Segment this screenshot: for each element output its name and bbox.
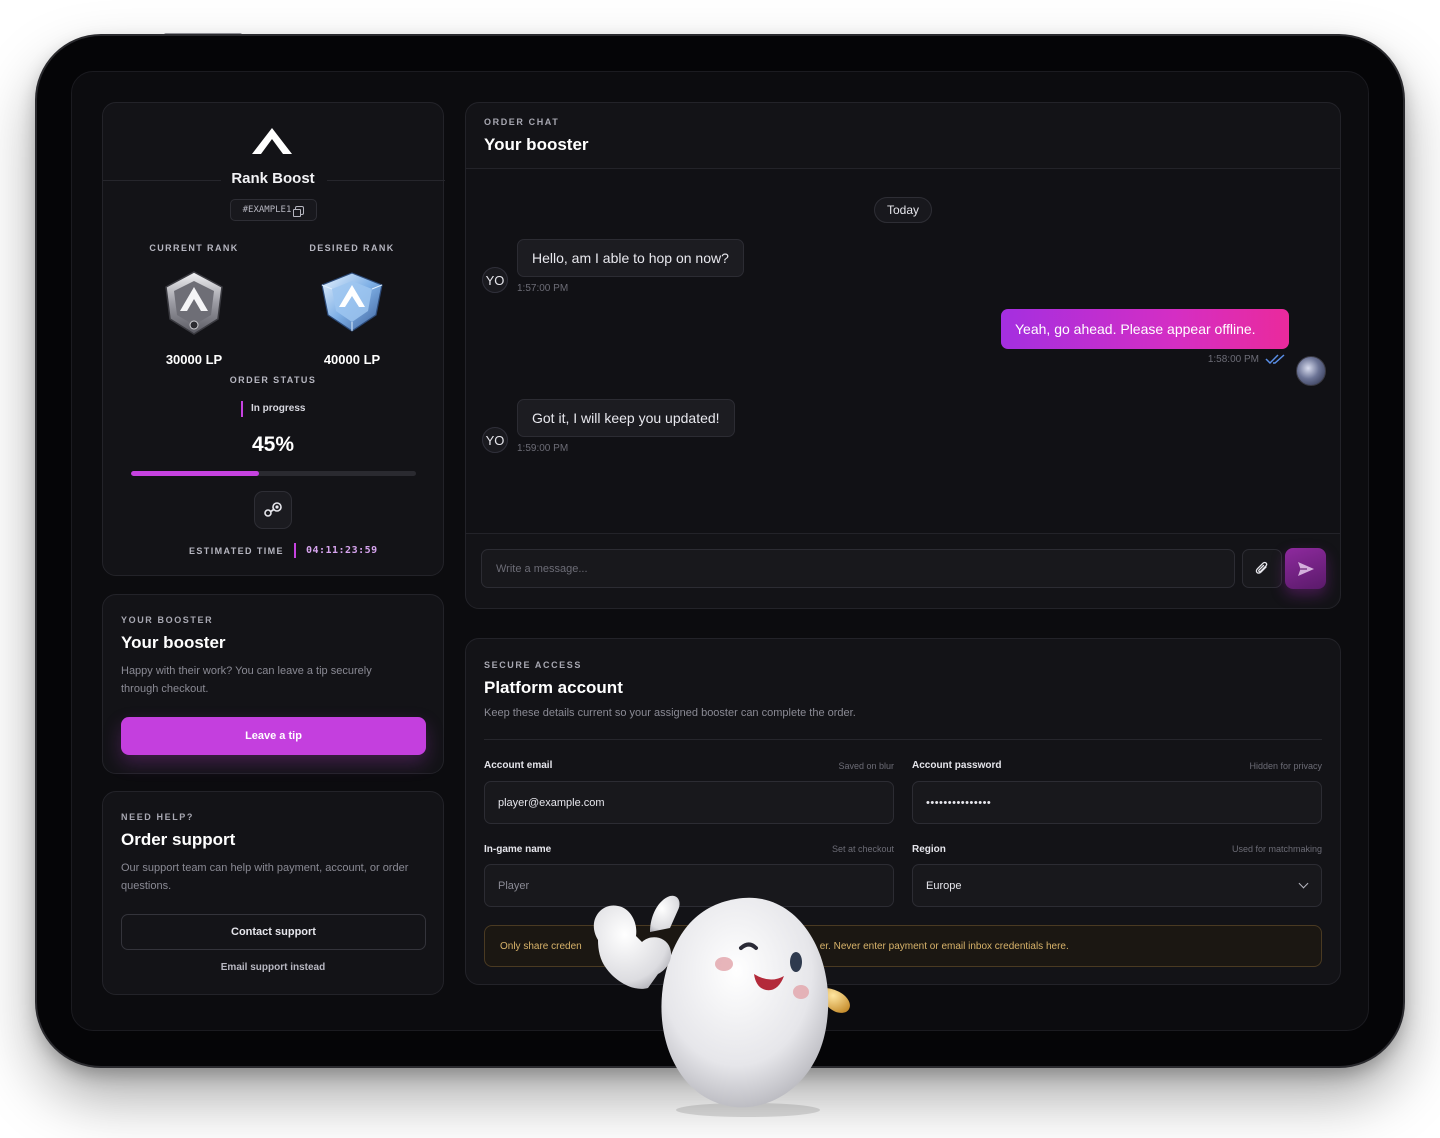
leave-tip-button[interactable]: Leave a tip [121, 717, 426, 755]
status-badge: In progress [241, 401, 305, 417]
account-divider [484, 739, 1322, 740]
region-value: Europe [926, 879, 962, 892]
order-status-label: ORDER STATUS [229, 375, 317, 385]
chevron-down-icon [1298, 878, 1309, 889]
copy-icon [293, 205, 305, 217]
booster-card: YOUR BOOSTER Your booster Happy with the… [102, 594, 444, 774]
desired-rank: DESIRED RANK 40000 LP [297, 243, 407, 367]
region-select[interactable]: Europe [912, 864, 1322, 907]
support-eyebrow: NEED HELP? [121, 812, 195, 822]
send-icon [1297, 561, 1314, 576]
message-bubble: Hello, am I able to hop on now? [517, 239, 744, 277]
booster-eyebrow: YOUR BOOSTER [121, 615, 214, 625]
booster-title: Your booster [121, 633, 226, 652]
brand-logo [252, 128, 292, 154]
chat-messages: Today YO Hello, am I able to hop on now?… [466, 169, 1340, 533]
message-time: 1:59:00 PM [517, 443, 569, 454]
message-incoming: Got it, I will keep you updated! 1:59:00… [517, 399, 735, 454]
support-card: NEED HELP? Order support Our support tea… [102, 791, 444, 995]
est-divider [293, 543, 296, 558]
order-chat-card: ORDER CHAT Your booster Today YO Hello, … [465, 102, 1341, 609]
avatar: YO [482, 267, 508, 293]
account-email-field[interactable] [484, 781, 894, 824]
warning-text-start: Only share creden [500, 940, 582, 952]
attach-button[interactable] [1242, 549, 1282, 588]
chat-composer [466, 533, 1340, 610]
booster-description: Happy with their work? You can leave a t… [121, 665, 372, 695]
order-summary-card: Rank Boost #EXAMPLE1 CURRENT RANK 30000 … [102, 102, 445, 576]
support-title: Order support [121, 830, 236, 849]
steam-icon [264, 502, 282, 517]
platform-button[interactable] [254, 491, 292, 529]
email-support-link[interactable]: Email support instead [103, 962, 443, 973]
message-time: 1:58:00 PM [1207, 353, 1259, 365]
send-button[interactable] [1285, 548, 1326, 589]
ign-label: In-game name [484, 844, 552, 855]
account-password-field[interactable]: ••••••••••••••• [912, 781, 1322, 824]
account-description: Keep these details current so your assig… [484, 707, 856, 719]
ign-hint: Set at checkout [831, 844, 894, 854]
silver-rank-badge-icon [165, 271, 223, 335]
order-title: Rank Boost [231, 170, 315, 187]
chat-title: Your booster [484, 135, 589, 154]
account-password-label: Account password [912, 760, 1002, 771]
diamond-rank-badge-icon [321, 272, 383, 332]
message-bubble: Got it, I will keep you updated! [517, 399, 735, 437]
mascot-illustration [593, 895, 850, 1117]
progress-bar [131, 471, 416, 476]
account-email-label: Account email [484, 760, 553, 771]
message-time: 1:57:00 PM [517, 283, 569, 294]
progress-fill [131, 471, 260, 476]
desired-rank-label: DESIRED RANK [309, 243, 395, 253]
account-eyebrow: SECURE ACCESS [484, 660, 582, 670]
current-rank-label: CURRENT RANK [149, 243, 239, 253]
day-separator: Today [874, 197, 932, 223]
current-lp: 30000 LP [165, 352, 223, 367]
message-incoming: Hello, am I able to hop on now? 1:57:00 … [517, 239, 744, 294]
message-meta: 1:58:00 PM [1001, 353, 1289, 365]
region-label: Region [912, 844, 946, 855]
estimated-time: ESTIMATED TIME 04:11:23:59 [189, 543, 378, 558]
chat-eyebrow: ORDER CHAT [484, 117, 560, 127]
message-input[interactable] [481, 549, 1235, 588]
account-email-hint: Saved on blur [838, 761, 894, 771]
avatar: YO [482, 427, 508, 453]
progress-percent: 45% [251, 433, 295, 456]
chat-header: ORDER CHAT Your booster [466, 103, 1340, 169]
region-hint: Used for matchmaking [1231, 844, 1322, 854]
order-id-copy[interactable]: #EXAMPLE1 [230, 199, 317, 221]
estimated-time-label: ESTIMATED TIME [189, 545, 284, 556]
paperclip-icon [1255, 561, 1268, 574]
estimated-time-value: 04:11:23:59 [305, 545, 378, 556]
avatar [1296, 356, 1326, 386]
desired-lp: 40000 LP [323, 352, 381, 367]
account-password-hint: Hidden for privacy [1249, 761, 1322, 771]
app-screen: Rank Boost #EXAMPLE1 CURRENT RANK 30000 … [71, 71, 1369, 1031]
message-bubble: Yeah, go ahead. Please appear offline. [1001, 309, 1289, 349]
current-rank: CURRENT RANK 30000 LP [139, 243, 249, 367]
account-title: Platform account [484, 678, 623, 697]
message-outgoing: Yeah, go ahead. Please appear offline. 1… [1001, 309, 1289, 365]
contact-support-button[interactable]: Contact support [121, 914, 426, 950]
support-description: Our support team can help with payment, … [121, 862, 409, 892]
order-id-text: #EXAMPLE1 [242, 205, 292, 215]
double-check-icon [1265, 354, 1285, 365]
